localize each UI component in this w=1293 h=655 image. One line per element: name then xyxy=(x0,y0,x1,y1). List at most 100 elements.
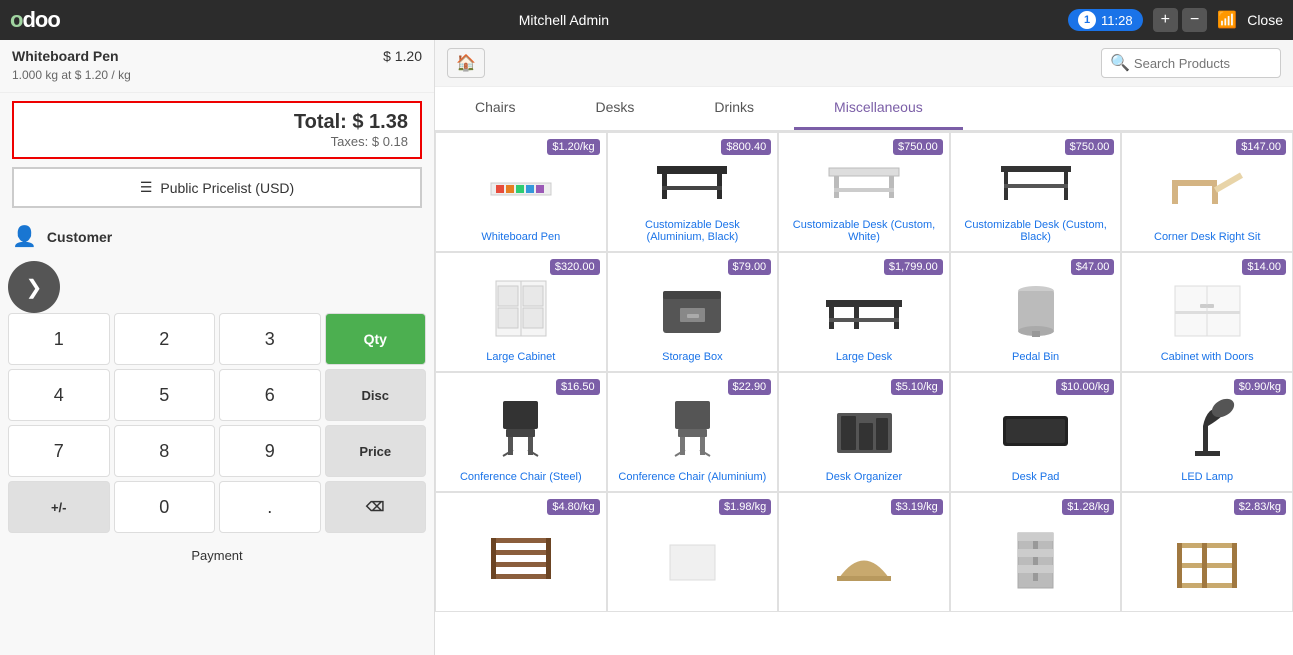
price-badge: $4.80/kg xyxy=(547,499,599,515)
order-line[interactable]: Whiteboard Pen $ 1.20 1.000 kg at $ 1.20… xyxy=(0,40,434,93)
close-button[interactable]: Close xyxy=(1247,12,1283,28)
price-badge: $14.00 xyxy=(1242,259,1286,275)
search-box[interactable]: 🔍 xyxy=(1101,48,1281,78)
product-image xyxy=(652,141,732,211)
product-large-desk[interactable]: $1,799.00 Large Desk xyxy=(778,252,950,372)
customer-label: Customer xyxy=(47,229,112,245)
product-desk-black[interactable]: $800.40 Customizable Desk (Aluminium, Bl… xyxy=(607,132,779,252)
product-desk-pad[interactable]: $10.00/kg Desk Pad xyxy=(950,372,1122,492)
price-badge: $16.50 xyxy=(556,379,600,395)
order-time: 11:28 xyxy=(1101,13,1133,28)
price-badge: $147.00 xyxy=(1236,139,1286,155)
add-tab-button[interactable]: + xyxy=(1153,8,1178,32)
product-name: Large Desk xyxy=(836,351,892,363)
price-badge: $10.00/kg xyxy=(1056,379,1114,395)
price-badge: $3.19/kg xyxy=(891,499,943,515)
numpad-row-2: 456Disc xyxy=(8,369,426,421)
numpad-3[interactable]: 3 xyxy=(219,313,321,365)
product-image xyxy=(481,153,561,223)
right-topbar: 🏠 🔍 xyxy=(435,40,1293,87)
customer-row[interactable]: 👤 Customer xyxy=(0,216,434,257)
product-shelf2[interactable]: $1.98/kg xyxy=(607,492,779,612)
product-shelf1[interactable]: $4.80/kg xyxy=(435,492,607,612)
product-name: Conference Chair (Aluminium) xyxy=(618,471,766,483)
numpad-row-1: 123Qty xyxy=(8,313,426,365)
product-image xyxy=(824,393,904,463)
pricelist-label: Public Pricelist (USD) xyxy=(160,180,294,196)
product-name: Customizable Desk (Aluminium, Black) xyxy=(616,219,770,243)
numpad-row-4: +/-0.⌫ xyxy=(8,481,426,533)
product-whiteboard-pen[interactable]: $1.20/kg Whiteboard Pen xyxy=(435,132,607,252)
payment-section: Payment xyxy=(0,537,434,575)
remove-tab-button[interactable]: − xyxy=(1182,8,1207,32)
order-tab[interactable]: 1 11:28 xyxy=(1068,9,1143,31)
product-image xyxy=(652,273,732,343)
price-badge: $22.90 xyxy=(728,379,772,395)
search-input[interactable] xyxy=(1134,56,1272,71)
price-badge: $47.00 xyxy=(1071,259,1115,275)
numpad-9[interactable]: 9 xyxy=(219,425,321,477)
chevron-button[interactable]: ❯ xyxy=(8,261,60,313)
product-chair-steel[interactable]: $16.50 Conference Chair (Steel) xyxy=(435,372,607,492)
price-badge: $0.90/kg xyxy=(1234,379,1286,395)
price-badge: $750.00 xyxy=(1065,139,1115,155)
numpad-5[interactable]: 5 xyxy=(114,369,216,421)
product-name: Customizable Desk (Custom, White) xyxy=(787,219,941,243)
price-badge: $320.00 xyxy=(550,259,600,275)
products-grid: $1.20/kg Whiteboard Pen $800.40 xyxy=(435,132,1293,612)
numpad-7[interactable]: 7 xyxy=(8,425,110,477)
category-miscellaneous[interactable]: Miscellaneous xyxy=(794,87,963,130)
topbar: odoo Mitchell Admin 1 11:28 + − 📶 Close xyxy=(0,0,1293,40)
numpad-8[interactable]: 8 xyxy=(114,425,216,477)
product-image xyxy=(996,393,1076,463)
product-cabinet-doors[interactable]: $14.00 Cabinet with Doors xyxy=(1121,252,1293,372)
numpad: ❯123Qty456Disc789Price+/-0.⌫ xyxy=(0,257,434,533)
product-name: Customizable Desk (Custom, Black) xyxy=(959,219,1113,243)
taxes-amount: Taxes: $ 0.18 xyxy=(26,134,408,149)
numpad----[interactable]: +/- xyxy=(8,481,110,533)
pricelist-button[interactable]: ☰ Public Pricelist (USD) xyxy=(12,167,422,208)
right-panel: 🏠 🔍 Chairs Desks Drinks Miscellaneous $1… xyxy=(435,40,1293,655)
product-image xyxy=(824,141,904,211)
numpad-price[interactable]: Price xyxy=(325,425,427,477)
home-button[interactable]: 🏠 xyxy=(447,48,485,78)
user-name: Mitchell Admin xyxy=(70,12,1058,28)
product-image xyxy=(1167,393,1247,463)
price-badge: $5.10/kg xyxy=(891,379,943,395)
numpad-qty[interactable]: Qty xyxy=(325,313,427,365)
product-led-lamp[interactable]: $0.90/kg LED Lamp xyxy=(1121,372,1293,492)
category-desks[interactable]: Desks xyxy=(555,87,674,130)
numpad-4[interactable]: 4 xyxy=(8,369,110,421)
product-shelf3[interactable]: $3.19/kg xyxy=(778,492,950,612)
numpad-6[interactable]: 6 xyxy=(219,369,321,421)
wifi-icon: 📶 xyxy=(1217,10,1237,30)
numpad-disc[interactable]: Disc xyxy=(325,369,427,421)
numpad--[interactable]: ⌫ xyxy=(325,481,427,533)
product-image xyxy=(824,273,904,343)
product-storage-box[interactable]: $79.00 Storage Box xyxy=(607,252,779,372)
product-desk-custom-black[interactable]: $750.00 Customizable Desk (Custom, Black… xyxy=(950,132,1122,252)
product-shelf4[interactable]: $1.28/kg xyxy=(950,492,1122,612)
product-image xyxy=(652,393,732,463)
order-line-name: Whiteboard Pen xyxy=(12,48,119,64)
price-badge: $1.28/kg xyxy=(1062,499,1114,515)
product-shelf5[interactable]: $2.83/kg xyxy=(1121,492,1293,612)
category-drinks[interactable]: Drinks xyxy=(674,87,794,130)
product-image xyxy=(1167,153,1247,223)
product-desk-white[interactable]: $750.00 Customizable Desk (Custom, White… xyxy=(778,132,950,252)
numpad-0[interactable]: 0 xyxy=(114,481,216,533)
numpad-row-3: 789Price xyxy=(8,425,426,477)
numpad--[interactable]: . xyxy=(219,481,321,533)
customer-icon: 👤 xyxy=(12,224,37,249)
product-pedal-bin[interactable]: $47.00 Pedal Bin xyxy=(950,252,1122,372)
numpad-2[interactable]: 2 xyxy=(114,313,216,365)
product-image xyxy=(481,525,561,595)
product-corner-desk[interactable]: $147.00 Corner Desk Right Sit xyxy=(1121,132,1293,252)
product-large-cabinet[interactable]: $320.00 Large Cabinet xyxy=(435,252,607,372)
category-chairs[interactable]: Chairs xyxy=(435,87,555,130)
total-box: Total: $ 1.38 Taxes: $ 0.18 xyxy=(12,101,422,159)
numpad-1[interactable]: 1 xyxy=(8,313,110,365)
product-image xyxy=(996,273,1076,343)
product-desk-organizer[interactable]: $5.10/kg Desk Organizer xyxy=(778,372,950,492)
product-chair-alum[interactable]: $22.90 Conference Chair (Aluminium) xyxy=(607,372,779,492)
